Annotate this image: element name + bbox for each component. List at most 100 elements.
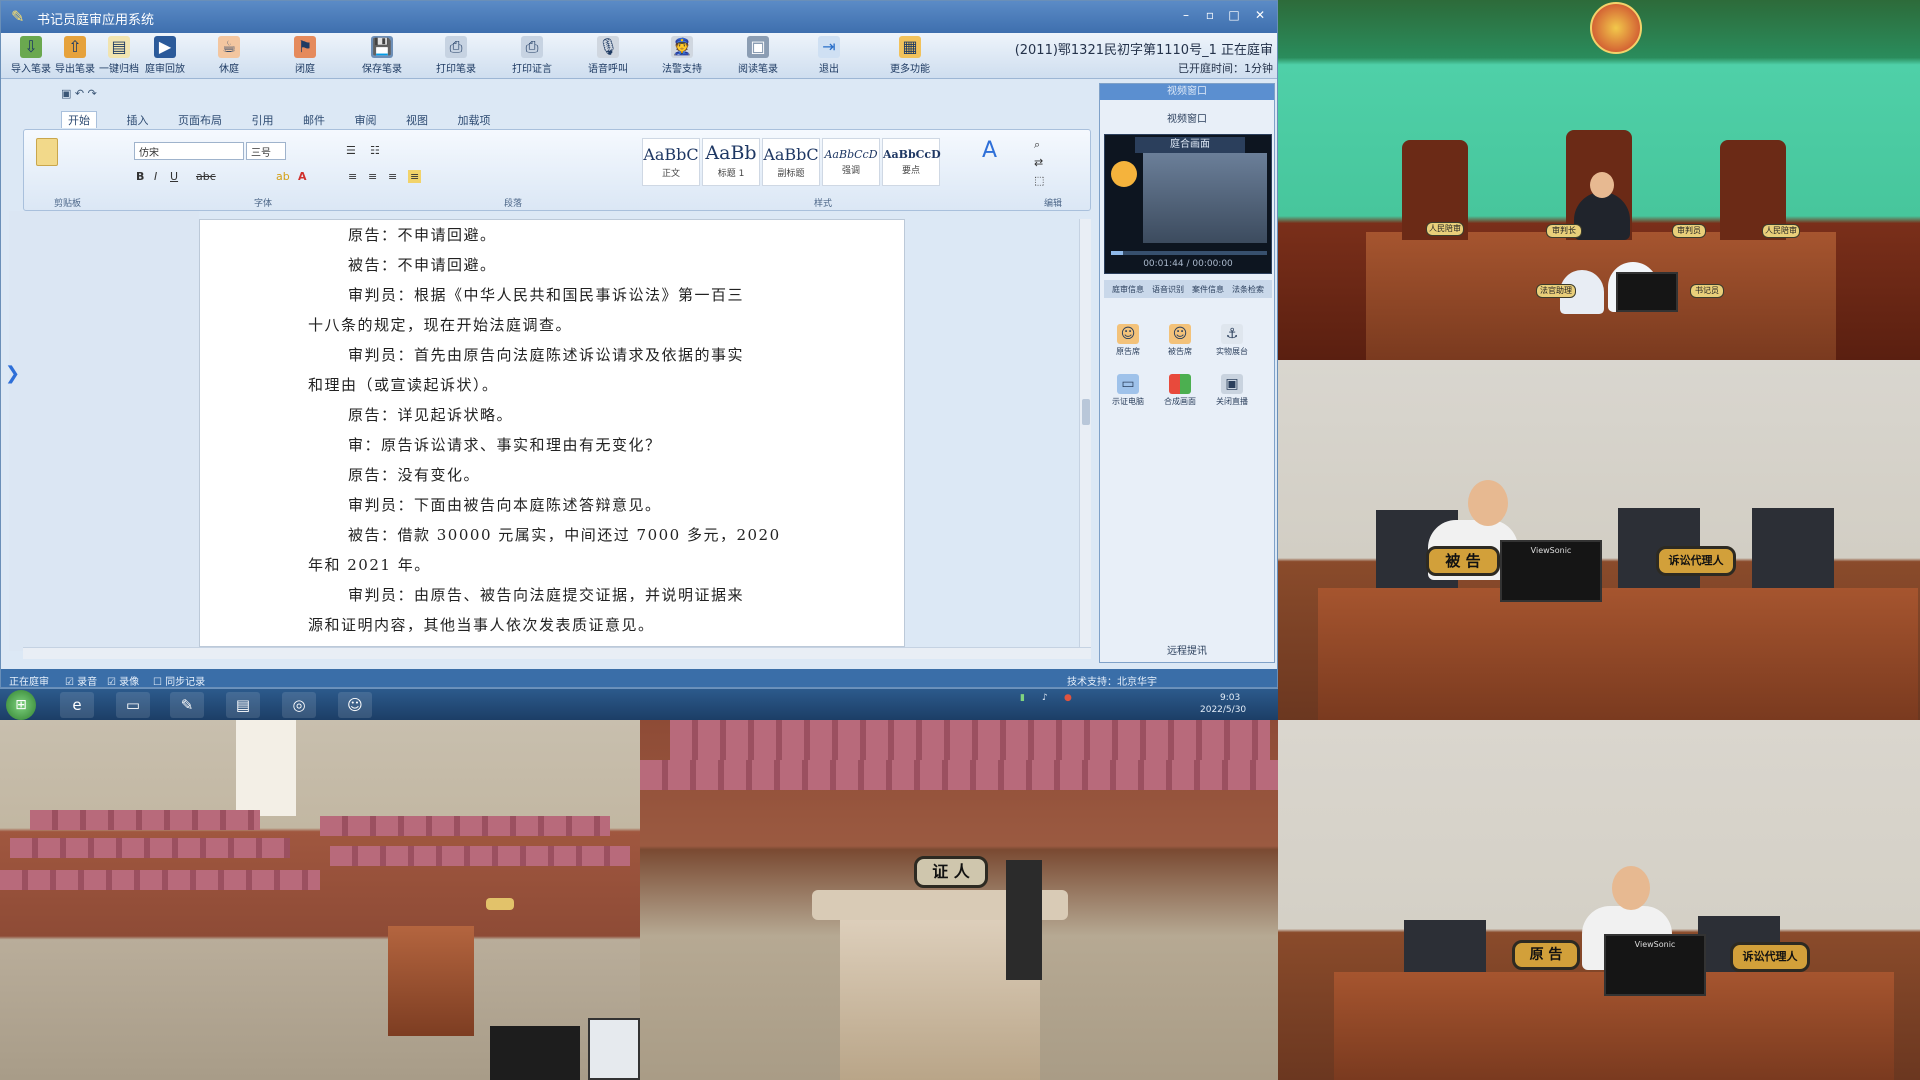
print-record-button[interactable]: ⎙ 打印笔录	[429, 36, 483, 76]
document-page[interactable]: 原告：不申请回避。 被告：不申请回避。审判员：根据《中华人民共和国民事诉讼法》第一…	[199, 219, 905, 647]
archive-button[interactable]: ▤ 一键归档	[99, 36, 139, 76]
undo-icon[interactable]: ↶	[75, 87, 84, 100]
import-button[interactable]: ⇩ 导入笔录	[11, 36, 51, 76]
maximize-button[interactable]: □	[1225, 7, 1243, 23]
paste-icon[interactable]	[36, 138, 58, 166]
style-subtitle[interactable]: AaBbC 副标题	[762, 138, 820, 186]
evidence-pc-button[interactable]: ▭ 示证电脑	[1106, 374, 1150, 407]
tab-home[interactable]: 开始	[61, 111, 97, 128]
horizontal-scrollbar[interactable]	[23, 647, 1091, 659]
italic-icon[interactable]: I	[154, 170, 157, 183]
recess-button[interactable]: ☕ 休庭	[207, 36, 251, 76]
close-button[interactable]: ✕	[1251, 7, 1269, 23]
document-line[interactable]: 审：原告诉讼请求、事实和理由有无变化？	[348, 434, 662, 455]
strikethrough-icon[interactable]: abc	[196, 170, 216, 183]
style-heading1[interactable]: AaBb 标题 1	[702, 138, 760, 186]
document-line[interactable]: 和理由（或宣读起诉状）。	[308, 374, 499, 395]
minimize-button[interactable]: –	[1177, 7, 1195, 23]
align-left-icon[interactable]: ≡	[348, 170, 357, 183]
tab-law-search[interactable]: 法条检索	[1232, 284, 1264, 295]
sync-record-checkbox[interactable]: ☐ 同步记录	[153, 673, 205, 687]
tab-mailings[interactable]: 邮件	[303, 112, 325, 128]
video-preview[interactable]: 庭合画面 00:01:44 / 00:00:00	[1104, 134, 1272, 274]
media-app-icon[interactable]: ◎	[282, 692, 316, 718]
replace-icon[interactable]: ⇄	[1034, 156, 1043, 169]
security-icon[interactable]: ●	[1064, 693, 1072, 703]
export-button[interactable]: ⇧ 导出笔录	[55, 36, 95, 76]
font-name-select[interactable]: 仿宋	[134, 142, 244, 160]
document-line[interactable]: 原告：不申请回避。	[348, 224, 497, 245]
stop-live-button[interactable]: ▣ 关闭直播	[1210, 374, 1254, 407]
volume-icon[interactable]: ♪	[1042, 693, 1048, 703]
record-audio-checkbox[interactable]: ☑ 录音	[65, 673, 97, 687]
tab-view[interactable]: 视图	[406, 112, 428, 128]
record-video-checkbox[interactable]: ☑ 录像	[107, 673, 139, 687]
font-size-select[interactable]: 三号	[246, 142, 286, 160]
bailiff-button[interactable]: 👮 法警支持	[655, 36, 709, 76]
clerk-app-icon[interactable]: ☺	[338, 692, 372, 718]
tab-review[interactable]: 审阅	[355, 112, 377, 128]
defendant-seat-button[interactable]: ☺ 被告席	[1158, 324, 1202, 357]
document-line[interactable]: 原告：没有变化。	[348, 464, 480, 485]
redo-icon[interactable]: ↷	[88, 87, 97, 100]
document-camera-button[interactable]: ⚓ 实物展台	[1210, 324, 1254, 357]
select-icon[interactable]: ⬚	[1034, 174, 1044, 187]
document-line[interactable]: 原告：详见起诉状略。	[348, 404, 513, 425]
highlight-icon[interactable]: ab	[276, 170, 290, 183]
tab-case-info[interactable]: 案件信息	[1192, 284, 1224, 295]
scroll-thumb[interactable]	[1082, 399, 1090, 425]
align-right-icon[interactable]: ≡	[388, 170, 397, 183]
document-line[interactable]: 被告：借款 30000 元属实，中间还过 7000 多元，2020	[348, 524, 781, 545]
document-line[interactable]: 审判员：根据《中华人民共和国民事诉讼法》第一百三	[348, 284, 744, 305]
voice-call-button[interactable]: 🎙 语音呼叫	[581, 36, 635, 76]
tab-speech[interactable]: 语音识别	[1152, 284, 1184, 295]
change-styles-icon[interactable]: A	[982, 138, 997, 163]
style-normal[interactable]: AaBbC 正文	[642, 138, 700, 186]
print-testimony-button[interactable]: ⎙ 打印证言	[505, 36, 559, 76]
numbering-icon[interactable]: ☷	[370, 144, 380, 157]
tab-insert[interactable]: 插入	[127, 112, 149, 128]
network-icon[interactable]: ▮	[1020, 693, 1025, 703]
tab-addins[interactable]: 加载项	[458, 112, 491, 128]
tab-references[interactable]: 引用	[252, 112, 274, 128]
font-color-icon[interactable]: A	[298, 170, 307, 183]
document-line[interactable]: 十八条的规定，现在开始法庭调查。	[308, 314, 572, 335]
close-court-button[interactable]: ⚑ 闭庭	[283, 36, 327, 76]
tab-layout[interactable]: 页面布局	[178, 112, 222, 128]
tab-trial-info[interactable]: 庭审信息	[1112, 284, 1144, 295]
bullets-icon[interactable]: ☰	[346, 144, 356, 157]
justify-icon[interactable]: ≡	[408, 170, 422, 183]
composite-button[interactable]: 合成画面	[1158, 374, 1202, 407]
remote-arraignment-label[interactable]: 远程提讯	[1106, 644, 1268, 660]
document-line[interactable]: 年和 2021 年。	[308, 554, 431, 575]
style-strong[interactable]: AaBbCcD 要点	[882, 138, 941, 186]
save-icon[interactable]: ▣	[61, 87, 71, 100]
bold-icon[interactable]: B	[136, 170, 144, 183]
more-functions-button[interactable]: ▦ 更多功能	[885, 36, 935, 76]
document-line[interactable]: 审判员：首先由原告向法庭陈述诉讼请求及依据的事实	[348, 344, 744, 365]
browser-icon[interactable]: e	[60, 692, 94, 718]
expand-panel-icon[interactable]: ❯	[5, 363, 20, 384]
restore-button[interactable]: ▫	[1201, 7, 1219, 23]
notepad-icon[interactable]: ✎	[170, 692, 204, 718]
replay-button[interactable]: ▶ 庭审回放	[143, 36, 187, 76]
start-button[interactable]: ⊞	[6, 690, 36, 720]
folder-icon[interactable]: ▭	[116, 692, 150, 718]
document-line[interactable]: 审判员：由原告、被告向法庭提交证据，并说明证据来	[348, 584, 744, 605]
document-line[interactable]: 被告：不申请回避。	[348, 254, 497, 275]
underline-icon[interactable]: U	[170, 170, 178, 183]
exit-button[interactable]: ⇥ 退出	[809, 36, 849, 76]
find-icon[interactable]: ⌕	[1034, 138, 1040, 152]
align-center-icon[interactable]: ≡	[368, 170, 377, 183]
video-source-select[interactable]: 庭合画面	[1135, 137, 1245, 153]
vertical-scrollbar[interactable]	[1079, 219, 1091, 647]
document-line[interactable]: 源和证明内容，其他当事人依次发表质证意见。	[308, 614, 655, 635]
read-record-button[interactable]: ▣ 阅读笔录	[731, 36, 785, 76]
document-line[interactable]: 审判员：下面由被告向本庭陈述答辩意见。	[348, 494, 662, 515]
style-emphasis[interactable]: AaBbCcD 强调	[822, 138, 880, 186]
video-progress-bar[interactable]	[1111, 251, 1267, 255]
plaintiff-seat-button[interactable]: ☺ 原告席	[1106, 324, 1150, 357]
save-record-button[interactable]: 💾 保存笔录	[355, 36, 409, 76]
replay-icon: ▶	[154, 36, 176, 58]
document-app-icon[interactable]: ▤	[226, 692, 260, 718]
